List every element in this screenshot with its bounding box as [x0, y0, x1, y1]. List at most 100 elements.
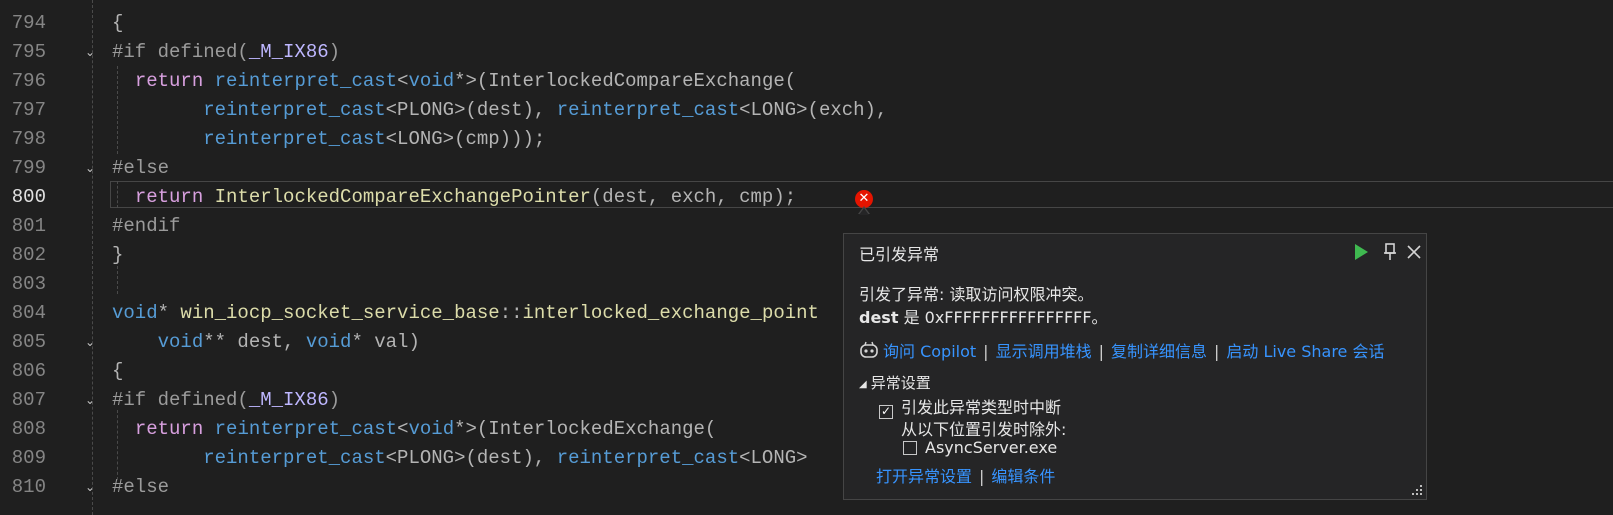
code-token: ** dest,: [203, 331, 306, 353]
code-token: {: [112, 360, 124, 382]
code-token: interlocked_exchange_point: [522, 302, 819, 324]
code-text: {: [112, 357, 123, 386]
fold-chevron-icon[interactable]: ⌄: [84, 154, 96, 183]
code-text: reinterpret_cast<PLONG>(dest), reinterpr…: [112, 96, 887, 125]
code-token: reinterpret_cast: [556, 447, 740, 469]
code-token: <PLONG>(dest),: [385, 447, 557, 469]
code-text: #if defined(_M_IX86): [112, 386, 340, 415]
code-text: #if defined(_M_IX86): [112, 38, 340, 67]
link-separator: |: [983, 342, 989, 361]
pin-icon: [1384, 242, 1396, 260]
code-token: * val): [351, 331, 420, 353]
code-token: reinterpret_cast: [214, 418, 398, 440]
line-number: 804: [11, 302, 46, 324]
line-number: 799: [11, 157, 46, 179]
module-checkbox[interactable]: [903, 441, 917, 455]
code-line[interactable]: 794 {: [0, 9, 1613, 38]
code-text: #else: [112, 154, 169, 183]
indent-guide: [117, 181, 118, 208]
exception-settings-header: 异常设置: [870, 374, 931, 392]
show-call-stack-link[interactable]: 显示调用堆栈: [996, 342, 1092, 361]
exception-settings-toggle[interactable]: ◢ 异常设置: [859, 372, 931, 393]
fold-chevron-icon[interactable]: ⌄: [84, 473, 96, 502]
open-exception-settings-link[interactable]: 打开异常设置: [876, 467, 972, 486]
line-number: 810: [11, 476, 46, 498]
indent-guide: [92, 0, 93, 515]
break-checkbox[interactable]: ✓: [879, 405, 893, 419]
code-line[interactable]: 800 return InterlockedCompareExchangePoi…: [0, 183, 1613, 212]
code-line[interactable]: 799 ⌄ #else: [0, 154, 1613, 183]
code-token: <LONG>(exch),: [739, 99, 888, 121]
link-separator: |: [979, 467, 985, 486]
fold-chevron-icon[interactable]: ⌄: [84, 38, 96, 67]
close-icon: [1407, 244, 1421, 259]
copy-details-link[interactable]: 复制详细信息: [1111, 342, 1207, 361]
resize-grip-icon[interactable]: [1411, 484, 1423, 496]
code-token: <: [397, 418, 409, 440]
code-token: <: [397, 70, 409, 92]
line-number: 798: [11, 128, 46, 150]
code-token: return: [134, 418, 204, 440]
exception-variable: dest: [859, 308, 899, 327]
code-text: return reinterpret_cast<void*>(Interlock…: [112, 415, 717, 444]
code-token: #endif: [112, 215, 181, 237]
popup-pointer-inner: [859, 208, 869, 215]
line-number: 809: [11, 447, 46, 469]
popup-title: 已引发异常: [859, 245, 940, 264]
line-number: 801: [11, 215, 46, 237]
code-token: void: [305, 331, 352, 353]
code-token: ): [328, 41, 341, 63]
code-token: void: [157, 331, 204, 353]
collapse-triangle-icon: ◢: [859, 379, 867, 390]
code-token: reinterpret_cast: [203, 447, 386, 469]
code-token: win_iocp_socket_service_base: [180, 302, 500, 324]
line-number: 794: [11, 12, 46, 34]
module-exclusion-row[interactable]: AsyncServer.exe: [903, 438, 1057, 457]
indent-guide: [117, 266, 118, 294]
line-number: 800: [11, 186, 46, 208]
code-token: void: [408, 418, 455, 440]
code-token: #else: [112, 476, 170, 498]
settings-links: 打开异常设置 | 编辑条件: [876, 463, 1055, 487]
code-token: #if defined(: [112, 41, 249, 63]
code-line[interactable]: 796 return reinterpret_cast<void*>(Inter…: [0, 67, 1613, 96]
copilot-icon: [860, 341, 878, 358]
code-line[interactable]: 797 reinterpret_cast<PLONG>(dest), reint…: [0, 96, 1613, 125]
ask-copilot-link[interactable]: 询问 Copilot: [883, 342, 976, 361]
code-token: (dest, exch, cmp);: [590, 186, 797, 208]
code-token: }: [112, 244, 124, 266]
code-text: {: [112, 9, 123, 38]
fold-chevron-icon[interactable]: ⌄: [84, 386, 96, 415]
code-text: void* win_iocp_socket_service_base::inte…: [112, 299, 819, 328]
play-icon: [1355, 243, 1368, 260]
continue-button[interactable]: [1349, 239, 1373, 263]
live-share-link[interactable]: 启动 Live Share 会话: [1226, 342, 1384, 361]
code-token: return: [134, 70, 204, 92]
code-token: {: [112, 12, 124, 34]
line-number: 807: [11, 389, 46, 411]
code-token: reinterpret_cast: [203, 128, 386, 150]
close-button[interactable]: [1402, 239, 1426, 263]
code-token: reinterpret_cast: [556, 99, 740, 121]
fold-chevron-icon[interactable]: ⌄: [84, 328, 96, 357]
exception-detail: dest 是 0xFFFFFFFFFFFFFFFF。: [859, 304, 1108, 328]
code-token: *>(InterlockedExchange(: [454, 418, 717, 440]
code-token: <PLONG>(dest),: [385, 99, 557, 121]
code-text: #endif: [112, 212, 180, 241]
pin-button[interactable]: [1378, 239, 1402, 263]
code-line[interactable]: 798 reinterpret_cast<LONG>(cmp)));: [0, 125, 1613, 154]
code-token: reinterpret_cast: [203, 99, 386, 121]
link-separator: |: [1213, 342, 1220, 361]
indent-guide: [117, 66, 118, 154]
code-token: #if defined(: [112, 389, 249, 411]
code-line[interactable]: 795 ⌄ #if defined(_M_IX86): [0, 38, 1613, 67]
code-token: _M_IX86: [248, 389, 329, 411]
edit-conditions-link[interactable]: 编辑条件: [991, 467, 1055, 486]
